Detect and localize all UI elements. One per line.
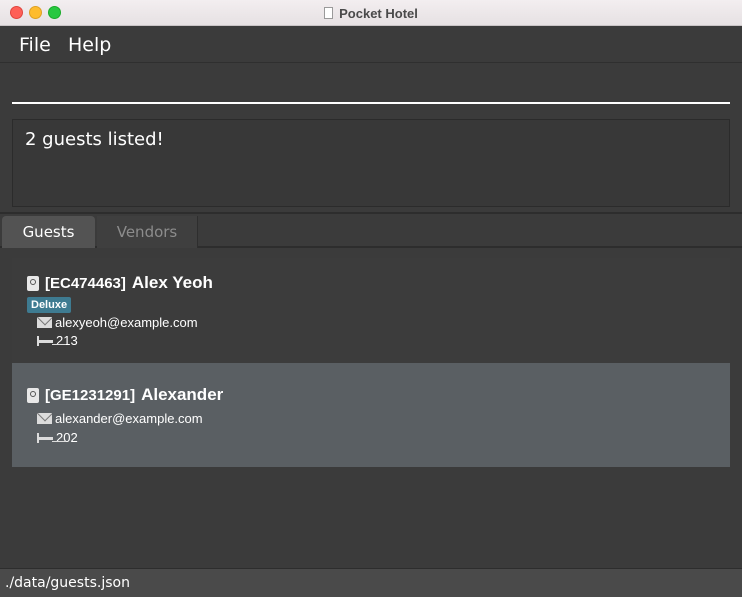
status-bar: ./data/guests.json (0, 568, 742, 597)
bed-icon (37, 335, 53, 346)
guest-email-row: alexyeoh@example.com (37, 315, 198, 330)
window-title-wrap: Pocket Hotel (0, 0, 742, 26)
command-box (0, 64, 742, 114)
passport-icon (27, 387, 39, 403)
guest-email: alexander@example.com (55, 411, 203, 426)
guest-card[interactable]: [EC474463] Alex Yeoh Deluxe alexyeoh@exa… (12, 258, 730, 363)
guest-room-row: 202 (37, 430, 78, 445)
guest-name: Alex Yeoh (131, 273, 213, 292)
guest-room: 213 (56, 333, 78, 348)
guest-room-row: 213 (37, 333, 78, 348)
envelope-icon (37, 317, 52, 328)
guest-id: [EC474463] (45, 274, 126, 292)
tab-strip: Guests Vendors (0, 212, 742, 248)
result-message: 2 guests listed! (25, 129, 164, 150)
guest-card-header: [GE1231291] Alexander (27, 385, 223, 405)
tab-vendors[interactable]: Vendors (97, 216, 198, 248)
guest-list: [EC474463] Alex Yeoh Deluxe alexyeoh@exa… (0, 248, 742, 568)
tab-guests[interactable]: Guests (2, 216, 95, 248)
guest-email-row: alexander@example.com (37, 411, 203, 426)
data-file-path: ./data/guests.json (5, 575, 130, 591)
guest-email: alexyeoh@example.com (55, 315, 198, 330)
guest-name: Alexander (141, 385, 224, 404)
room-type-badge: Deluxe (27, 297, 72, 313)
command-input[interactable] (12, 72, 730, 104)
menu-help[interactable]: Help (68, 34, 111, 56)
passport-icon (27, 275, 39, 291)
bed-icon (37, 432, 53, 443)
menu-bar: File Help (0, 26, 742, 63)
envelope-icon (37, 413, 52, 424)
window-title: Pocket Hotel (339, 5, 418, 21)
menu-file[interactable]: File (19, 34, 51, 56)
document-icon (324, 7, 334, 19)
guest-id: [GE1231291] (45, 386, 136, 404)
guest-card-selected[interactable]: [GE1231291] Alexander alexander@example.… (12, 363, 730, 467)
guest-room: 202 (56, 430, 78, 445)
result-display: 2 guests listed! (12, 119, 730, 207)
guest-card-header: [EC474463] Alex Yeoh (27, 273, 213, 293)
title-bar: Pocket Hotel (0, 0, 742, 26)
